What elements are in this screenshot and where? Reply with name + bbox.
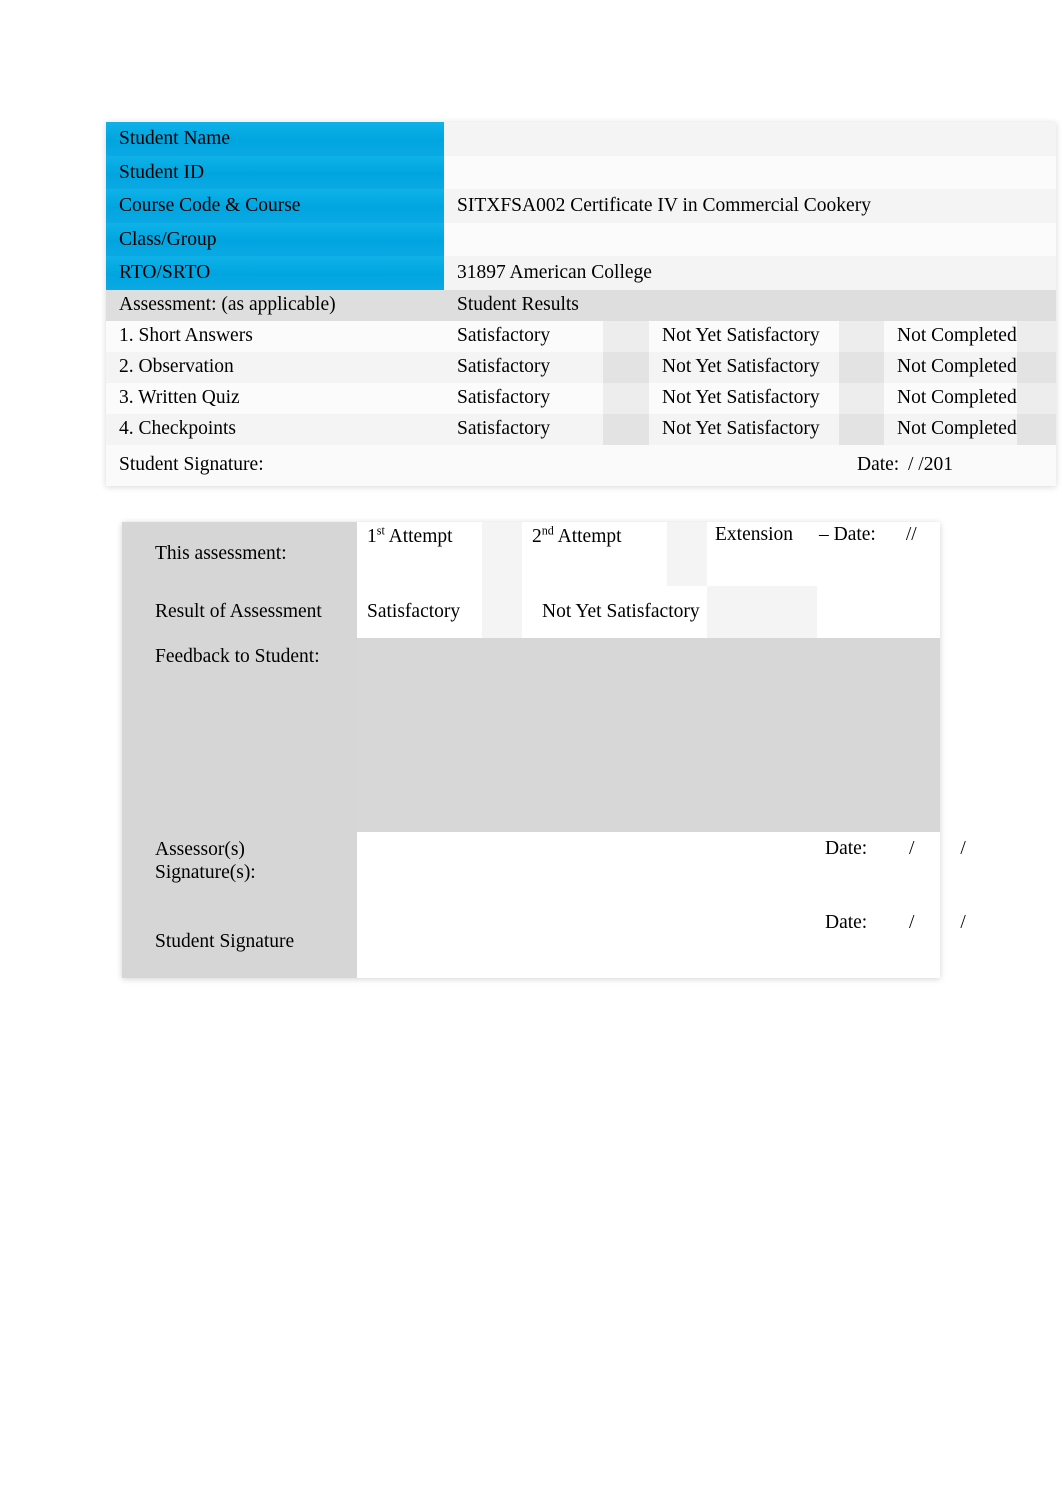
second-attempt-ordinal: nd [541, 523, 554, 538]
result-option-satisfactory[interactable]: Satisfactory [444, 413, 603, 445]
signature-date-label: Date: [839, 444, 899, 486]
assessor-signature-row: Assessor(s) Signature(s): Date: / / [122, 832, 966, 906]
result-option-not-yet-satisfactory[interactable]: Not Yet Satisfactory [522, 586, 707, 638]
feedback-textarea[interactable] [357, 638, 941, 832]
feedback-label: Feedback to Student: [122, 638, 357, 684]
result-checkbox-not-completed[interactable] [1017, 351, 1057, 383]
result-row-label: Result of Assessment [122, 586, 357, 638]
result-option-satisfactory[interactable]: Satisfactory [444, 382, 603, 414]
extension-date-label: – Date: [819, 524, 876, 545]
result-option-not-completed[interactable]: Not Completed [884, 351, 1017, 383]
first-attempt-ordinal: st [376, 523, 385, 538]
result-checkbox-not-yet[interactable] [839, 351, 884, 383]
first-attempt-option[interactable]: 1st Attempt [357, 522, 482, 586]
assessment-name-observation: 2. Observation [106, 351, 444, 383]
assessment-name-written-quiz: 3. Written Quiz [106, 382, 444, 414]
detail-value-rto[interactable]: 31897 American College [444, 256, 1057, 290]
detail-row-course-code: Course Code & Course SITXFSA002 Certific… [106, 189, 1057, 223]
result-checkbox-not-completed[interactable] [1017, 320, 1057, 352]
first-attempt-label: Attempt [388, 526, 453, 547]
result-checkbox-not-yet[interactable] [839, 382, 884, 414]
assessment-header-left: Assessment: (as applicable) [106, 289, 444, 321]
detail-row-student-name: Student Name [106, 122, 1057, 156]
assessor-date-slash-2: / [960, 838, 966, 859]
student-date-slash-1: / [909, 912, 915, 933]
result-checkbox-not-yet[interactable] [839, 413, 884, 445]
detail-row-class-group: Class/Group [106, 222, 1057, 256]
result-option-not-yet[interactable]: Not Yet Satisfactory [649, 320, 839, 352]
result-empty-cell [817, 586, 941, 638]
student-date-value[interactable]: / / [869, 906, 966, 978]
result-option-satisfactory[interactable]: Satisfactory [444, 351, 603, 383]
detail-row-student-id: Student ID [106, 155, 1057, 189]
assessor-date-slash-1: / [909, 838, 915, 859]
assessment-name-checkpoints: 4. Checkpoints [106, 413, 444, 445]
assessment-row: 2. Observation Satisfactory Not Yet Sati… [106, 351, 1057, 383]
detail-label-rto: RTO/SRTO [106, 256, 444, 290]
result-checkbox-not-completed[interactable] [1017, 413, 1057, 445]
extension-cell[interactable]: Extension – Date:// [707, 522, 941, 586]
first-attempt-number: 1 [367, 526, 377, 547]
signature-date-value[interactable]: / /201 [884, 444, 1057, 486]
detail-value-student-id[interactable] [444, 155, 1057, 189]
detail-row-rto: RTO/SRTO 31897 American College [106, 256, 1057, 290]
assessor-signature-label: Assessor(s) Signature(s): [122, 832, 357, 906]
attempt-row-label: This assessment: [122, 522, 357, 586]
result-of-assessment-row: Result of Assessment Satisfactory Not Ye… [122, 586, 941, 638]
student-signature-row: Student Signature Date: / / [122, 906, 966, 978]
feedback-label-spacer [122, 684, 357, 832]
detail-label-student-name: Student Name [106, 122, 444, 156]
result-option-not-completed[interactable]: Not Completed [884, 320, 1017, 352]
student-signature-field[interactable] [357, 906, 817, 978]
result-checkbox-satisfactory[interactable] [603, 382, 649, 414]
student-signature-label: Student Signature: [106, 444, 839, 486]
first-attempt-checkbox[interactable] [482, 522, 522, 586]
detail-value-student-name[interactable] [444, 122, 1057, 156]
assessment-header-right: Student Results [444, 289, 1057, 321]
second-attempt-option[interactable]: 2nd Attempt [522, 522, 667, 586]
assessment-header-row: Assessment: (as applicable) Student Resu… [106, 289, 1057, 321]
result-checkbox-not-yet[interactable] [839, 320, 884, 352]
result-option-satisfactory[interactable]: Satisfactory [357, 586, 482, 638]
detail-label-course-code: Course Code & Course [106, 189, 444, 223]
assessor-date-value[interactable]: / / [869, 832, 966, 906]
assessment-row: 3. Written Quiz Satisfactory Not Yet Sat… [106, 382, 1057, 414]
detail-label-student-id: Student ID [106, 155, 444, 189]
result-checkbox-satisfactory[interactable] [603, 413, 649, 445]
result-option-not-completed[interactable]: Not Completed [884, 413, 1017, 445]
extension-date-value-2[interactable]: / [911, 524, 916, 545]
assessor-signature-field[interactable] [357, 832, 817, 906]
feedback-label-row: Feedback to Student: [122, 638, 941, 832]
detail-value-class-group[interactable] [444, 222, 1057, 256]
result-option-not-completed[interactable]: Not Completed [884, 382, 1017, 414]
student-cover-table: Student Name Student ID Course Code & Co… [106, 122, 1057, 486]
attempt-row: This assessment: 1st Attempt 2nd Attempt… [122, 522, 941, 586]
second-attempt-checkbox[interactable] [667, 522, 707, 586]
assessment-outcome-table: This assessment: 1st Attempt 2nd Attempt… [122, 522, 966, 978]
detail-value-course-code[interactable]: SITXFSA002 Certificate IV in Commercial … [444, 189, 1057, 223]
student-date-label: Date: [817, 906, 869, 978]
second-attempt-number: 2 [532, 526, 542, 547]
assessor-date-label: Date: [817, 832, 869, 906]
result-checkbox-satisfactory[interactable] [603, 351, 649, 383]
result-checkbox-not-completed[interactable] [1017, 382, 1057, 414]
student-signature-label: Student Signature [122, 906, 357, 978]
assessor-signature-label-line1: Assessor(s) [155, 839, 245, 860]
result-option-not-yet[interactable]: Not Yet Satisfactory [649, 351, 839, 383]
student-signature-row: Student Signature: Date: / /201 [106, 444, 1057, 486]
result-option-not-yet[interactable]: Not Yet Satisfactory [649, 382, 839, 414]
result-checkbox-satisfactory[interactable] [603, 320, 649, 352]
student-date-slash-2: / [960, 912, 966, 933]
second-attempt-label: Attempt [557, 526, 622, 547]
assessment-name-short-answers: 1. Short Answers [106, 320, 444, 352]
result-option-not-yet[interactable]: Not Yet Satisfactory [649, 413, 839, 445]
result-checkbox-satisfactory[interactable] [482, 586, 522, 638]
assessor-signature-label-line2: Signature(s): [155, 862, 256, 884]
detail-label-class-group: Class/Group [106, 222, 444, 256]
assessment-row: 1. Short Answers Satisfactory Not Yet Sa… [106, 320, 1057, 352]
assessment-row: 4. Checkpoints Satisfactory Not Yet Sati… [106, 413, 1057, 445]
result-checkbox-not-yet-satisfactory[interactable] [707, 586, 817, 638]
extension-label: Extension [715, 524, 793, 545]
result-option-satisfactory[interactable]: Satisfactory [444, 320, 603, 352]
